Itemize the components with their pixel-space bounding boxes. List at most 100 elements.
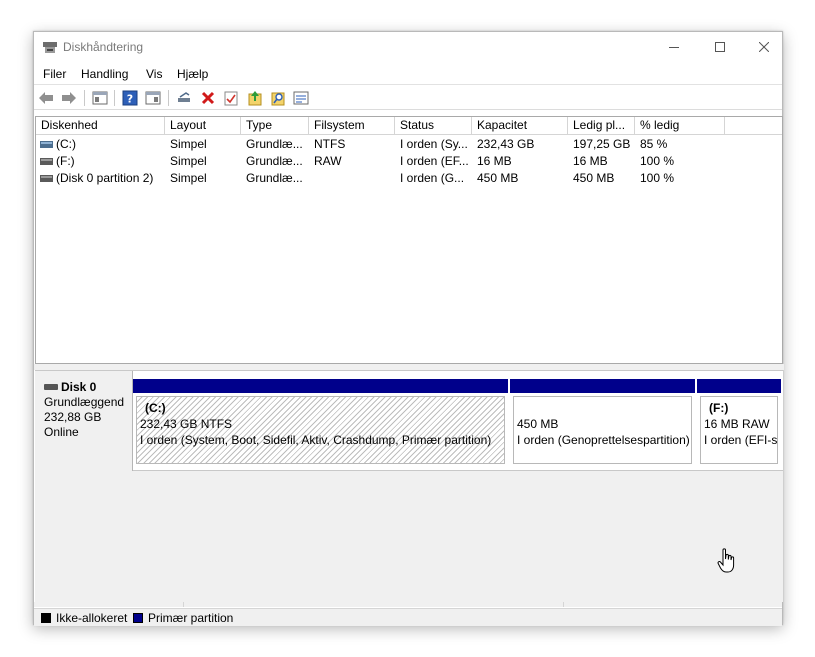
close-button[interactable] <box>741 32 787 62</box>
maximize-button[interactable] <box>697 32 743 62</box>
menu-bar: Filer Handling Vis Hjælp <box>34 63 782 85</box>
volume-row[interactable]: (C:) Simpel Grundlæ... NTFS I orden (Sy.… <box>36 136 782 153</box>
column-header-layout[interactable]: Layout <box>165 117 241 135</box>
volume-percent-free: 85 % <box>640 137 668 151</box>
legend-swatch-primary <box>133 613 143 623</box>
volume-status: I orden (EF... <box>400 154 469 168</box>
disk-type: Grundlæggend <box>44 395 125 409</box>
find-icon <box>271 92 285 106</box>
properties-icon <box>224 91 238 106</box>
export-list-button[interactable] <box>246 89 264 107</box>
partition-size: 16 MB RAW <box>704 417 770 431</box>
partition-name: (F:) <box>709 401 729 415</box>
legend: Ikke-allokeret Primær partition <box>34 608 782 626</box>
menu-help[interactable]: Hjælp <box>177 67 208 81</box>
menu-action[interactable]: Handling <box>81 67 128 81</box>
volume-type: Grundlæ... <box>246 137 303 151</box>
volume-type: Grundlæ... <box>246 171 303 185</box>
view-button[interactable] <box>292 89 310 107</box>
disk-state: Online <box>44 425 79 439</box>
volume-layout: Simpel <box>170 154 207 168</box>
console-tree-icon <box>92 91 108 105</box>
connect-disk-icon <box>178 92 190 102</box>
disk-row: Disk 0 Grundlæggend 232,88 GB Online (C:… <box>35 371 783 471</box>
volume-filesystem <box>309 170 395 187</box>
column-header-filesystem[interactable]: Filsystem <box>309 117 395 135</box>
toolbar: ? <box>34 86 782 110</box>
export-icon <box>248 91 262 106</box>
partition-name: (C:) <box>145 401 166 415</box>
volume-capacity: 232,43 GB <box>477 137 535 151</box>
partition-body: (C:) 232,43 GB NTFS I orden (System, Boo… <box>136 396 505 464</box>
title-bar[interactable]: Diskhåndtering <box>34 32 782 62</box>
window-title: Diskhåndtering <box>63 40 144 54</box>
minimize-button[interactable] <box>651 32 697 62</box>
volume-free-space: 197,25 GB <box>573 137 631 151</box>
toolbar-separator <box>168 90 169 106</box>
disk-management-app-icon <box>43 42 57 53</box>
disk-management-window: Diskhåndtering Filer Handling Vis Hjælp … <box>33 31 784 626</box>
svg-text:?: ? <box>127 93 133 106</box>
volume-name: (F:) <box>56 154 75 168</box>
column-header-percent-free[interactable]: % ledig <box>635 117 725 135</box>
delete-button[interactable] <box>199 89 217 107</box>
volume-layout: Simpel <box>170 137 207 151</box>
disk-size: 232,88 GB <box>44 410 102 424</box>
properties-button[interactable] <box>222 89 240 107</box>
forward-arrow-icon <box>62 92 76 104</box>
forward-button[interactable] <box>60 89 78 107</box>
volume-type: Grundlæ... <box>246 154 303 168</box>
status-segment <box>184 602 564 607</box>
legend-label-unallocated: Ikke-allokeret <box>56 611 128 625</box>
volume-status: I orden (G... <box>400 171 465 185</box>
volume-row[interactable]: (F:) Simpel Grundlæ... RAW I orden (EF..… <box>36 153 782 170</box>
close-icon <box>759 42 769 52</box>
partition-body: 450 MB I orden (Genoprettelsespartition) <box>513 396 692 464</box>
toolbar-separator <box>114 90 115 106</box>
column-header-type[interactable]: Type <box>241 117 309 135</box>
partition-body: (F:) 16 MB RAW I orden (EFI-s <box>700 396 778 464</box>
connect-disk-button[interactable] <box>175 89 193 107</box>
volume-filesystem: NTFS <box>314 137 346 151</box>
maximize-icon <box>715 42 725 52</box>
column-header-status[interactable]: Status <box>395 117 472 135</box>
help-button[interactable]: ? <box>121 89 139 107</box>
column-header-volume[interactable]: Diskenhed <box>36 117 165 135</box>
partition-c[interactable]: (C:) 232,43 GB NTFS I orden (System, Boo… <box>133 379 508 467</box>
volume-row[interactable]: (Disk 0 partition 2) Simpel Grundlæ... I… <box>36 170 782 187</box>
volume-name: (C:) <box>56 137 76 151</box>
status-bar <box>34 602 782 607</box>
minimize-icon <box>669 47 679 48</box>
partition-bar <box>697 379 781 393</box>
partition-status: I orden (System, Boot, Sidefil, Aktiv, C… <box>140 433 492 447</box>
partition-size: 450 MB <box>517 417 559 431</box>
toolbar-separator <box>84 90 85 106</box>
partition-status: I orden (Genoprettelsespartition) <box>517 433 690 447</box>
back-arrow-icon <box>39 92 53 104</box>
menu-view[interactable]: Vis <box>146 67 162 81</box>
action-pane-icon <box>145 91 161 105</box>
volume-list[interactable]: Diskenhed Layout Type Filsystem Status K… <box>35 116 783 364</box>
column-header-capacity[interactable]: Kapacitet <box>472 117 568 135</box>
partition-bar <box>133 379 508 393</box>
partition-f[interactable]: (F:) 16 MB RAW I orden (EFI-s <box>697 379 781 467</box>
partition-recovery[interactable]: 450 MB I orden (Genoprettelsespartition) <box>510 379 695 467</box>
partition-status: I orden (EFI-s <box>704 433 778 447</box>
find-button[interactable] <box>269 89 287 107</box>
legend-swatch-unallocated <box>41 613 51 623</box>
partition-bar <box>510 379 695 393</box>
back-button[interactable] <box>37 89 55 107</box>
volume-list-header: Diskenhed Layout Type Filsystem Status K… <box>36 117 782 135</box>
menu-file[interactable]: Filer <box>43 67 66 81</box>
volume-capacity: 16 MB <box>477 154 512 168</box>
disk-graph-pane: Disk 0 Grundlæggend 232,88 GB Online (C:… <box>35 370 783 602</box>
show-action-pane-button[interactable] <box>144 89 162 107</box>
view-icon <box>293 91 309 105</box>
disk-icon <box>44 384 58 390</box>
disk-label[interactable]: Disk 0 Grundlæggend 232,88 GB Online <box>35 371 133 471</box>
show-console-tree-button[interactable] <box>91 89 109 107</box>
hand-cursor-icon <box>717 548 735 573</box>
delete-icon <box>201 91 215 105</box>
legend-label-primary: Primær partition <box>148 611 234 625</box>
column-header-free-space[interactable]: Ledig pl... <box>568 117 635 135</box>
